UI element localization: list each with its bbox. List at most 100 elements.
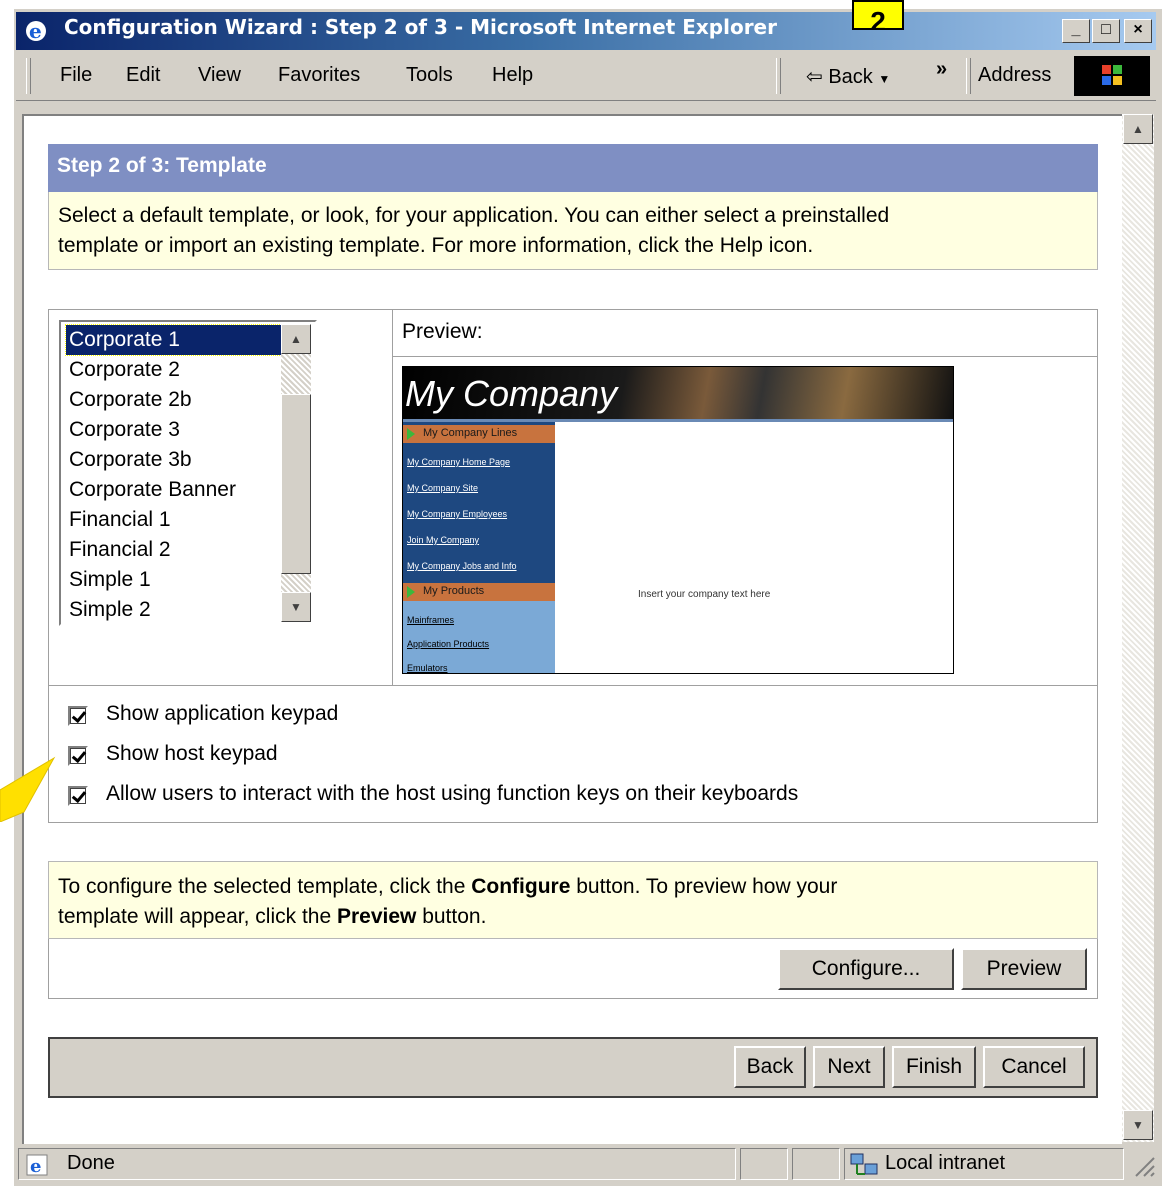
page-scrollbar[interactable]: ▲ ▼ <box>1122 114 1154 1142</box>
title-bar[interactable]: e Configuration Wizard : Step 2 of 3 - M… <box>16 12 1156 50</box>
dropdown-arrow-icon: ▼ <box>878 72 891 86</box>
minimize-icon: _ <box>1071 21 1081 38</box>
template-option-financial-2[interactable]: Financial 2 <box>66 535 283 565</box>
note-bold-preview: Preview <box>336 905 417 928</box>
intranet-icon <box>850 1153 878 1175</box>
menu-bar: File Edit View Favorites Tools Help ⇦ Ba… <box>16 52 1156 101</box>
status-cell <box>740 1148 788 1180</box>
template-listbox[interactable]: Corporate 1 Corporate 2 Corporate 2b Cor… <box>59 320 317 626</box>
preview-nav-link: My Company Home Page <box>407 457 511 467</box>
configure-button[interactable]: Configure... <box>778 948 954 990</box>
ie-icon: e <box>26 19 46 43</box>
preview-button[interactable]: Preview <box>961 948 1087 990</box>
option-label: Show host keypad <box>106 742 278 765</box>
next-button[interactable]: Next <box>813 1046 885 1088</box>
preview-nav-link: Application Products <box>407 639 490 649</box>
scroll-up-button[interactable]: ▲ <box>1123 114 1153 144</box>
template-preview-image: My Company My Company Lines My Company H… <box>402 366 954 674</box>
template-option-corporate-3b[interactable]: Corporate 3b <box>66 445 283 475</box>
status-cell: e Done <box>18 1148 736 1180</box>
status-text: Done <box>67 1152 115 1174</box>
checkbox-checked-icon[interactable] <box>68 746 88 766</box>
panel-divider <box>48 685 1098 686</box>
address-grip[interactable] <box>966 58 971 94</box>
minimize-button[interactable]: _ <box>1062 19 1090 43</box>
back-wizard-button[interactable]: Back <box>734 1046 806 1088</box>
template-option-simple-2[interactable]: Simple 2 <box>66 595 283 625</box>
preview-nav-link: My Company Site <box>407 483 479 493</box>
preview-body-text: Insert your company text here <box>638 589 771 600</box>
listbox-scroll-up[interactable]: ▲ <box>281 324 311 354</box>
arrow-up-icon: ▲ <box>290 332 302 346</box>
preview-nav-link: My Company Employees <box>407 509 508 519</box>
template-option-simple-1[interactable]: Simple 1 <box>66 565 283 595</box>
preview-nav-header-label: My Products <box>423 585 485 597</box>
option-label: Allow users to interact with the host us… <box>106 782 799 805</box>
template-option-corporate-1[interactable]: Corporate 1 <box>65 324 284 356</box>
preview-nav-link: Emulators <box>407 663 448 673</box>
status-bar: e Done Local intranet <box>16 1144 1156 1184</box>
preview-label: Preview: <box>402 320 483 343</box>
triangle-icon <box>407 428 415 440</box>
preview-nav-link: My Company Jobs and Info <box>407 561 517 571</box>
back-button-label: Back <box>828 66 873 88</box>
ie-page-icon: e <box>26 1154 48 1177</box>
back-arrow-icon: ⇦ <box>806 66 823 88</box>
menu-edit[interactable]: Edit <box>126 64 160 87</box>
note-text: button. <box>416 905 487 928</box>
note-text: To configure the selected template, clic… <box>58 875 472 898</box>
menu-tools[interactable]: Tools <box>406 64 453 87</box>
zone-cell: Local intranet <box>844 1148 1124 1180</box>
note-bold-configure: Configure <box>471 875 571 898</box>
preview-company-name: My Company <box>405 373 618 414</box>
checkbox-checked-icon[interactable] <box>68 706 88 726</box>
menu-grip[interactable] <box>26 58 31 94</box>
toolbar-grip[interactable] <box>776 58 781 94</box>
svg-text:e: e <box>29 19 42 43</box>
step-title: Step 2 of 3: Template <box>48 144 1098 192</box>
preview-nav-header: My Company Lines <box>403 425 555 443</box>
panel-divider <box>392 309 393 685</box>
checkbox-checked-icon[interactable] <box>68 786 88 806</box>
maximize-icon: □ <box>1101 21 1111 38</box>
intro-text: Select a default template, or look, for … <box>48 192 1098 270</box>
windows-logo-icon <box>1074 56 1150 96</box>
listbox-scrollbar[interactable]: ▲ ▼ <box>281 324 311 622</box>
note-text: button. To preview how your <box>570 875 838 898</box>
maximize-button[interactable]: □ <box>1092 19 1120 43</box>
toolbar-overflow[interactable]: » <box>936 58 947 81</box>
triangle-icon <box>407 586 415 598</box>
template-option-corporate-banner[interactable]: Corporate Banner <box>66 475 283 505</box>
listbox-scroll-thumb[interactable] <box>281 394 311 574</box>
template-option-financial-1[interactable]: Financial 1 <box>66 505 283 535</box>
finish-button[interactable]: Finish <box>892 1046 976 1088</box>
note-text: template will appear, click the <box>58 905 337 928</box>
template-option-corporate-3[interactable]: Corporate 3 <box>66 415 283 445</box>
arrow-up-icon: ▲ <box>1132 122 1144 136</box>
svg-text:e: e <box>30 1156 41 1177</box>
preview-nav-link: Join My Company <box>407 535 480 545</box>
preview-divider <box>393 356 1098 357</box>
status-cell <box>792 1148 840 1180</box>
template-option-corporate-2b[interactable]: Corporate 2b <box>66 385 283 415</box>
resize-grip-icon[interactable] <box>1130 1152 1156 1180</box>
close-button[interactable]: × <box>1124 19 1152 43</box>
arrow-down-icon: ▼ <box>1132 1118 1144 1132</box>
listbox-scroll-down[interactable]: ▼ <box>281 592 311 622</box>
configure-note-line-1: To configure the selected template, clic… <box>58 872 1088 902</box>
arrow-down-icon: ▼ <box>290 600 302 614</box>
intro-line-1: Select a default template, or look, for … <box>58 204 890 227</box>
template-option-corporate-2[interactable]: Corporate 2 <box>66 355 283 385</box>
menu-file[interactable]: File <box>60 64 92 87</box>
window-title: Configuration Wizard : Step 2 of 3 - Mic… <box>64 15 777 39</box>
configure-note: To configure the selected template, clic… <box>48 861 1098 939</box>
menu-help[interactable]: Help <box>492 64 533 87</box>
cancel-button[interactable]: Cancel <box>983 1046 1085 1088</box>
back-button[interactable]: ⇦ Back ▼ <box>806 64 890 89</box>
menu-favorites[interactable]: Favorites <box>278 64 360 87</box>
preview-nav-header-label: My Company Lines <box>423 427 518 439</box>
scroll-down-button[interactable]: ▼ <box>1123 1110 1153 1140</box>
address-label[interactable]: Address <box>978 64 1051 87</box>
preview-nav-header: My Products <box>403 583 555 601</box>
menu-view[interactable]: View <box>198 64 241 87</box>
